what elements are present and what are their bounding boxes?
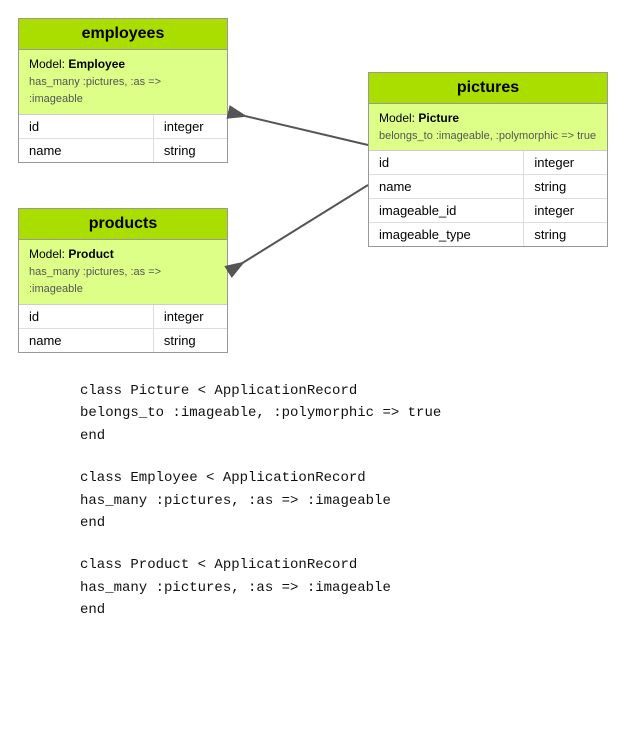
table-row: name string <box>19 138 227 162</box>
products-table: products Model: Product has_many :pictur… <box>18 208 228 353</box>
code-block-employee: class Employee < ApplicationRecord has_m… <box>80 467 611 534</box>
employees-table: employees Model: Employee has_many :pict… <box>18 18 228 163</box>
field-name: imageable_type <box>369 223 524 247</box>
employees-header: employees <box>19 19 227 50</box>
products-fields: id integer name string <box>19 305 227 352</box>
diagram-area: employees Model: Employee has_many :pict… <box>0 0 641 360</box>
table-row: id integer <box>19 115 227 139</box>
products-header: products <box>19 209 227 240</box>
field-name: id <box>369 151 524 175</box>
field-name: imageable_id <box>369 199 524 223</box>
table-row: name string <box>19 328 227 352</box>
arrow-pictures-to-products <box>228 185 368 272</box>
code-line: belongs_to :imageable, :polymorphic => t… <box>80 402 611 424</box>
field-type: integer <box>153 305 227 329</box>
code-block-picture: class Picture < ApplicationRecord belong… <box>80 380 611 447</box>
field-type: integer <box>153 115 227 139</box>
code-line: has_many :pictures, :as => :imageable <box>80 577 611 599</box>
field-name: name <box>19 328 153 352</box>
code-line: end <box>80 599 611 621</box>
pictures-association: belongs_to :imageable, :polymorphic => t… <box>379 130 596 142</box>
code-line: class Employee < ApplicationRecord <box>80 467 611 489</box>
table-row: id integer <box>369 151 607 175</box>
employees-model-label: Model: <box>29 57 68 71</box>
employees-model-name: Employee <box>68 57 125 71</box>
field-name: id <box>19 305 153 329</box>
code-line: class Product < ApplicationRecord <box>80 554 611 576</box>
field-type: string <box>153 138 227 162</box>
employees-model: Model: Employee has_many :pictures, :as … <box>19 50 227 115</box>
table-row: imageable_id integer <box>369 199 607 223</box>
field-name: name <box>369 175 524 199</box>
field-type: string <box>524 175 607 199</box>
employees-fields: id integer name string <box>19 115 227 162</box>
field-name: id <box>19 115 153 139</box>
field-type: string <box>524 223 607 247</box>
pictures-model-label: Model: <box>379 111 418 125</box>
employees-association: has_many :pictures, :as => :imageable <box>29 76 161 105</box>
pictures-header: pictures <box>369 73 607 104</box>
field-type: integer <box>524 151 607 175</box>
table-row: id integer <box>19 305 227 329</box>
field-type: string <box>153 328 227 352</box>
code-area: class Picture < ApplicationRecord belong… <box>0 360 641 662</box>
field-type: integer <box>524 199 607 223</box>
pictures-model-name: Picture <box>418 111 459 125</box>
products-model-name: Product <box>68 247 113 261</box>
products-model: Model: Product has_many :pictures, :as =… <box>19 240 227 305</box>
table-row: name string <box>369 175 607 199</box>
pictures-model: Model: Picture belongs_to :imageable, :p… <box>369 104 607 151</box>
code-line: class Picture < ApplicationRecord <box>80 380 611 402</box>
products-association: has_many :pictures, :as => :imageable <box>29 266 161 295</box>
code-line: has_many :pictures, :as => :imageable <box>80 490 611 512</box>
products-model-label: Model: <box>29 247 68 261</box>
code-line: end <box>80 512 611 534</box>
code-block-product: class Product < ApplicationRecord has_ma… <box>80 554 611 621</box>
arrow-pictures-to-employees <box>228 112 368 145</box>
code-line: end <box>80 425 611 447</box>
pictures-fields: id integer name string imageable_id inte… <box>369 151 607 246</box>
field-name: name <box>19 138 153 162</box>
table-row: imageable_type string <box>369 223 607 247</box>
pictures-table: pictures Model: Picture belongs_to :imag… <box>368 72 608 247</box>
